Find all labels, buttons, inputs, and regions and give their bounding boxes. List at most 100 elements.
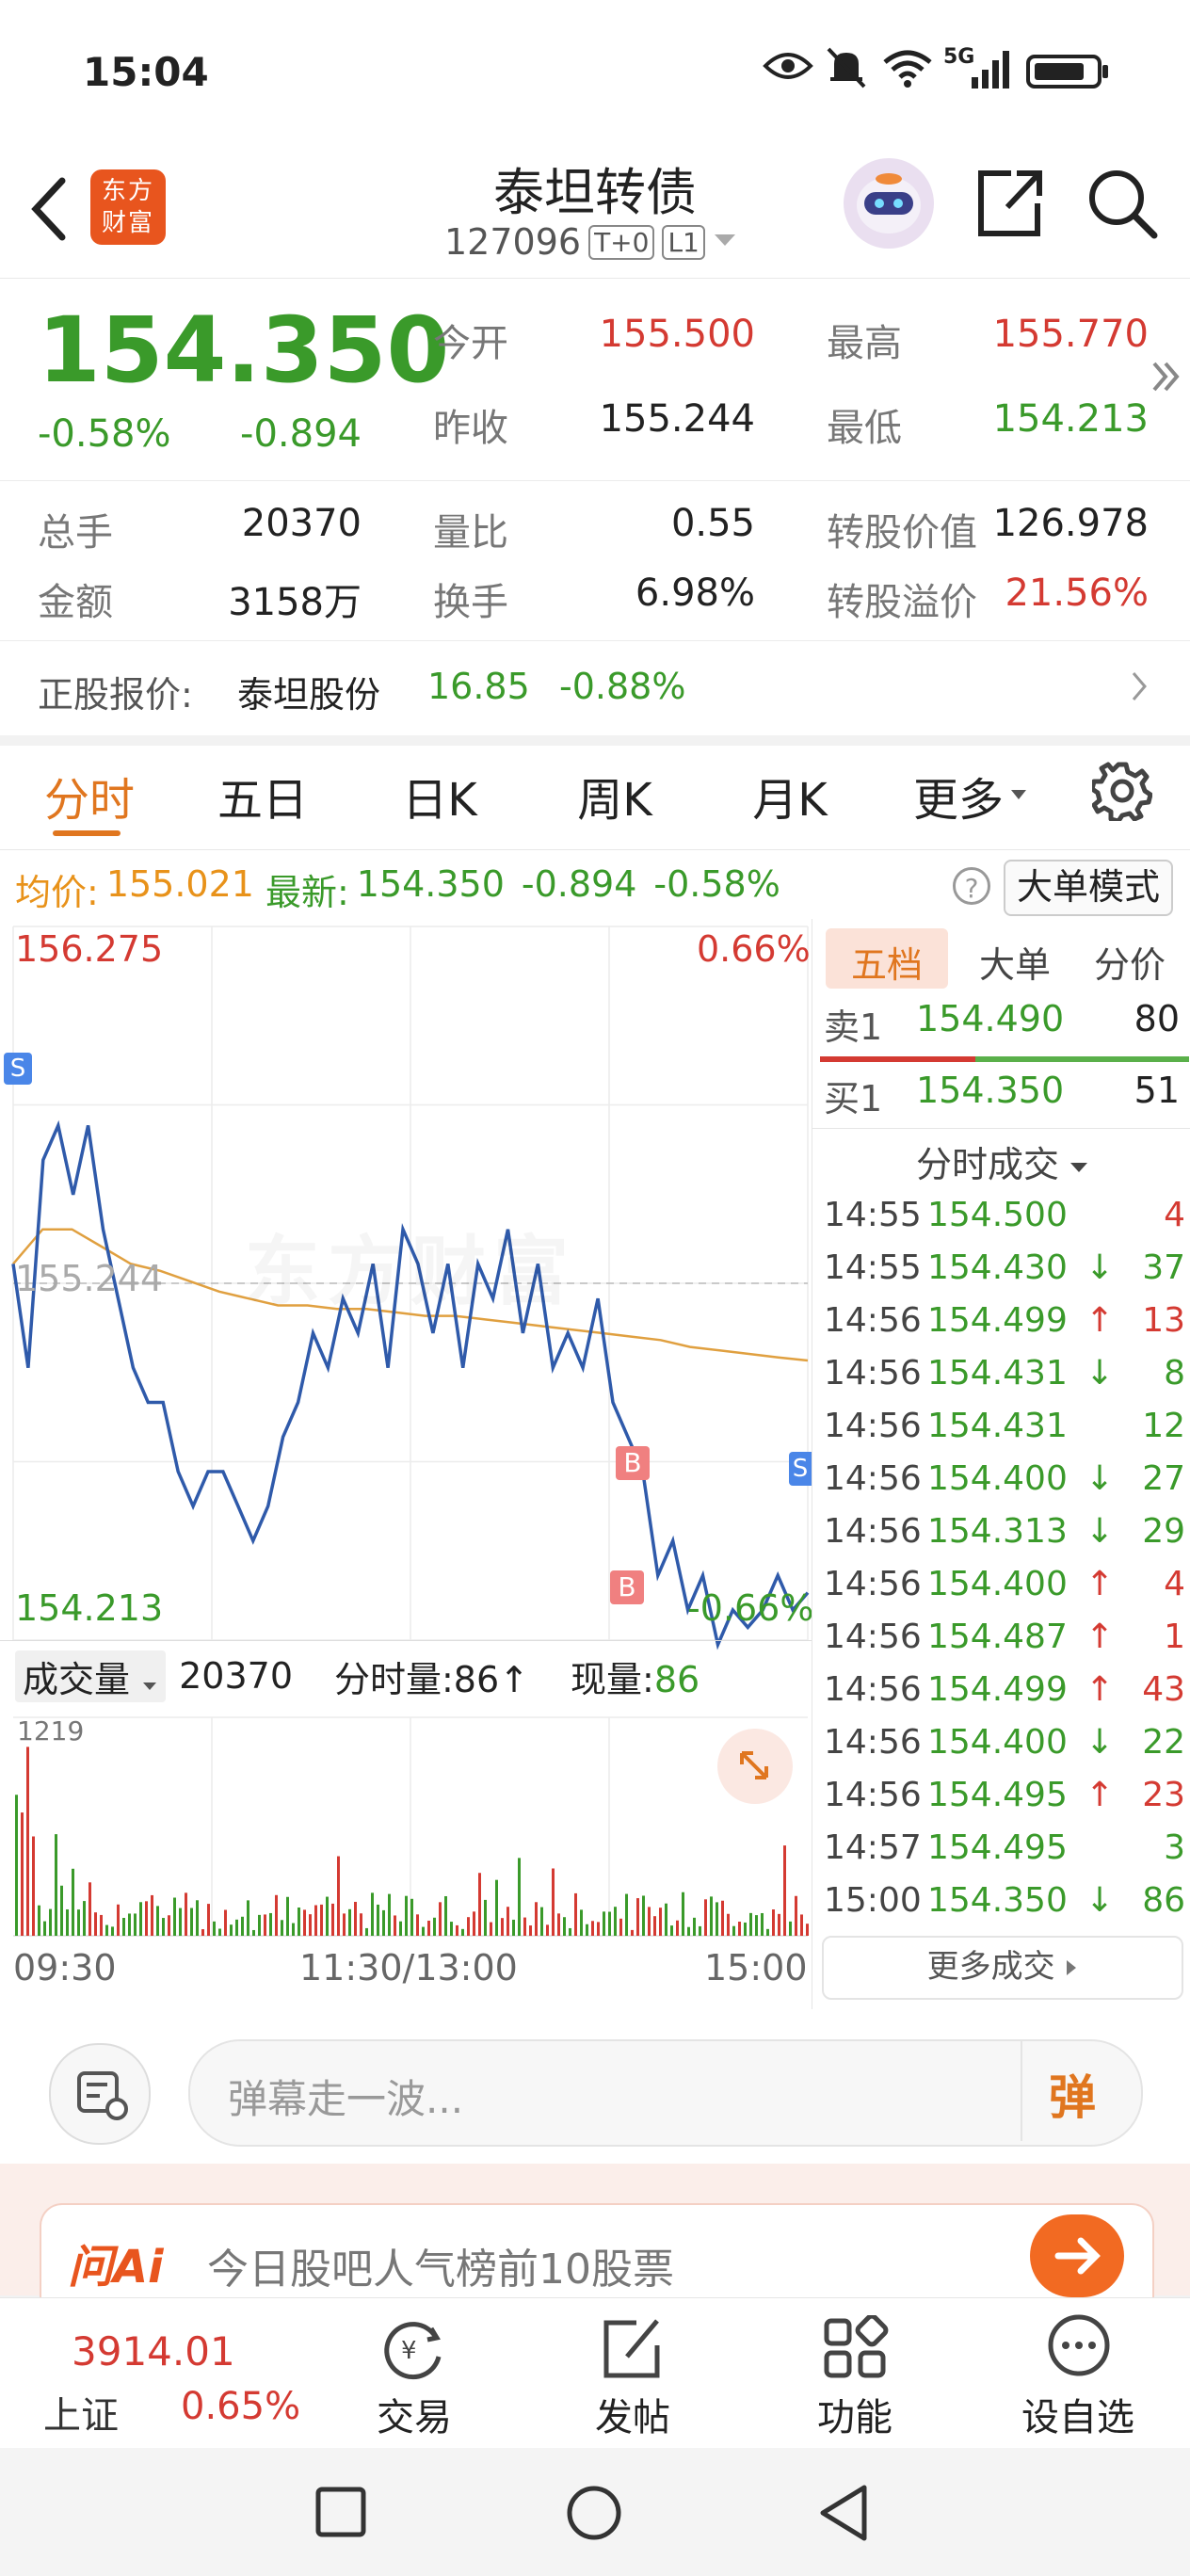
code-row[interactable]: 127096 T+0 L1 [444, 218, 737, 266]
volume-bar [569, 1927, 571, 1936]
ai-banner[interactable]: 问Ai 今日股吧人气榜前10股票 [0, 2164, 1190, 2318]
trades-title[interactable]: 分时成交 [916, 1135, 1089, 1187]
volume-bar [450, 1922, 453, 1936]
volume-bar [371, 1892, 374, 1936]
danmu-input[interactable]: 弹幕走一波... 弹 [188, 2039, 1143, 2147]
volume-bar [55, 1834, 57, 1936]
tab-five-day[interactable]: 五日 [201, 763, 324, 829]
volume-bar [744, 1922, 747, 1936]
trade-price: 154.500 [927, 1196, 1068, 1234]
double-chevron-right-icon[interactable] [1150, 358, 1182, 399]
latest-label: 最新: [265, 872, 349, 913]
underlying-price: 16.85 [427, 666, 530, 707]
status-time: 15:04 [83, 49, 209, 95]
volume-selector[interactable]: 成交量 [15, 1650, 167, 1702]
more-trades-button[interactable]: 更多成交 [822, 1936, 1183, 2000]
danmu-settings-icon[interactable] [49, 2043, 151, 2145]
tab-weekly-k[interactable]: 周K [554, 763, 676, 829]
tab-intraday[interactable]: 分时 [28, 763, 151, 829]
trade-price: 154.431 [927, 1407, 1068, 1445]
chevron-right-icon [1130, 669, 1149, 707]
volume-bar [241, 1916, 244, 1936]
volume-bar [88, 1882, 91, 1936]
trade-arrow: ↓ [1085, 1881, 1115, 1920]
recent-apps-icon[interactable] [314, 2486, 367, 2542]
index-ticker[interactable]: 3914.01 上证 0.65% [0, 2298, 311, 2449]
buy-marker[interactable]: B [616, 1446, 650, 1480]
more-trades-label: 更多成交 [926, 1948, 1055, 1986]
sell-marker[interactable]: S [4, 1053, 32, 1085]
nav-functions[interactable]: 功能 [798, 2298, 911, 2449]
battery-icon [1026, 55, 1111, 92]
trade-volume: 3 [1164, 1828, 1185, 1867]
volume-bar [789, 1921, 792, 1936]
underlying-stock-row[interactable]: 正股报价: 泰坦股份 16.85 -0.88% [0, 640, 1190, 735]
volume-bar [394, 1915, 396, 1936]
buy1-volume: 51 [1134, 1070, 1180, 1111]
nav-trade[interactable]: ¥ 交易 [358, 2298, 471, 2449]
stats-panel: 总手 20370 量比 0.55 转股价值 126.978 金额 3158万 换… [0, 480, 1190, 641]
tab-more-label: 更多 [913, 774, 1005, 827]
trade-price: 154.430 [927, 1248, 1068, 1287]
trade-time: 14:55 [824, 1248, 922, 1287]
expand-icon[interactable] [717, 1729, 793, 1804]
gear-icon[interactable] [1089, 761, 1153, 825]
volume-bar [456, 1924, 458, 1936]
volume-bar [738, 1922, 741, 1936]
volume-bar [298, 1907, 300, 1936]
divider [1021, 2041, 1022, 2141]
back-icon[interactable] [817, 2484, 870, 2546]
buy-marker[interactable]: B [610, 1570, 644, 1604]
volume-bar [303, 1909, 306, 1936]
volume-bar [156, 1906, 159, 1936]
premium-label: 转股溢价 [827, 581, 977, 624]
home-icon[interactable] [565, 2484, 623, 2546]
volume-bar [105, 1924, 108, 1936]
system-nav-bar [0, 2448, 1190, 2576]
nav-post-label: 发帖 [595, 2396, 670, 2439]
robot-avatar[interactable] [844, 158, 934, 249]
volume-bar [94, 1912, 97, 1936]
volume-bar [235, 1919, 238, 1936]
trade-price: 154.400 [927, 1565, 1068, 1603]
page-title: 泰坦转债 [493, 163, 697, 222]
volume-bar [60, 1885, 63, 1936]
price-info-bar: 均价: 155.021 最新: 154.350 -0.894 -0.58% ? … [0, 849, 1190, 921]
tab-daily-k[interactable]: 日K [378, 763, 501, 829]
volume-bar [145, 1901, 148, 1936]
intraday-chart[interactable]: 东方财富 156.275 0.66% 155.244 154.213 -0.66… [0, 919, 813, 2009]
search-icon[interactable] [1085, 166, 1160, 245]
tab-monthly-k[interactable]: 月K [729, 763, 851, 829]
order-book-panel: 五档 大单 分价 卖1 154.490 80 买1 154.350 51 分时成… [812, 919, 1190, 2009]
trade-row: 14:56 154.499 ↑ 43 [812, 1670, 1190, 1723]
chevron-left-icon[interactable] [24, 171, 72, 250]
arrow-right-icon[interactable] [1030, 2214, 1124, 2297]
trade-arrow: ↑ [1085, 1618, 1115, 1656]
nav-add-watchlist[interactable]: 设自选 [1017, 2298, 1139, 2449]
volume-bar [264, 1914, 266, 1936]
volume-bar [614, 1907, 617, 1936]
trade-arrow: ↑ [1085, 1776, 1115, 1814]
current-volume: 86 [653, 1658, 700, 1700]
danmu-button[interactable]: 弹 [1049, 2060, 1096, 2128]
trade-time: 14:55 [824, 1196, 922, 1234]
volume-bar [173, 1897, 176, 1936]
volume-bar [727, 1913, 730, 1936]
big-order-mode-button[interactable]: 大单模式 [1004, 860, 1174, 916]
tab-more[interactable]: 更多 [913, 763, 1028, 829]
chart-min-label: 154.213 [15, 1587, 164, 1629]
volume-bar [281, 1920, 283, 1936]
tab-price-dist[interactable]: 分价 [1069, 936, 1190, 988]
help-icon[interactable]: ? [953, 867, 990, 905]
tab-five-levels[interactable]: 五档 [826, 936, 948, 988]
nav-post[interactable]: 发帖 [576, 2298, 689, 2449]
volume-bar [399, 1921, 402, 1936]
volume-bar [444, 1895, 447, 1936]
trade-volume: 4 [1164, 1196, 1185, 1234]
trade-volume: 43 [1142, 1670, 1185, 1709]
tab-big-orders[interactable]: 大单 [954, 936, 1076, 988]
sell-marker[interactable]: S [789, 1452, 812, 1486]
watermark: 东方财富 [245, 1211, 576, 1320]
share-icon[interactable] [973, 166, 1045, 245]
volume-bar [648, 1907, 651, 1936]
